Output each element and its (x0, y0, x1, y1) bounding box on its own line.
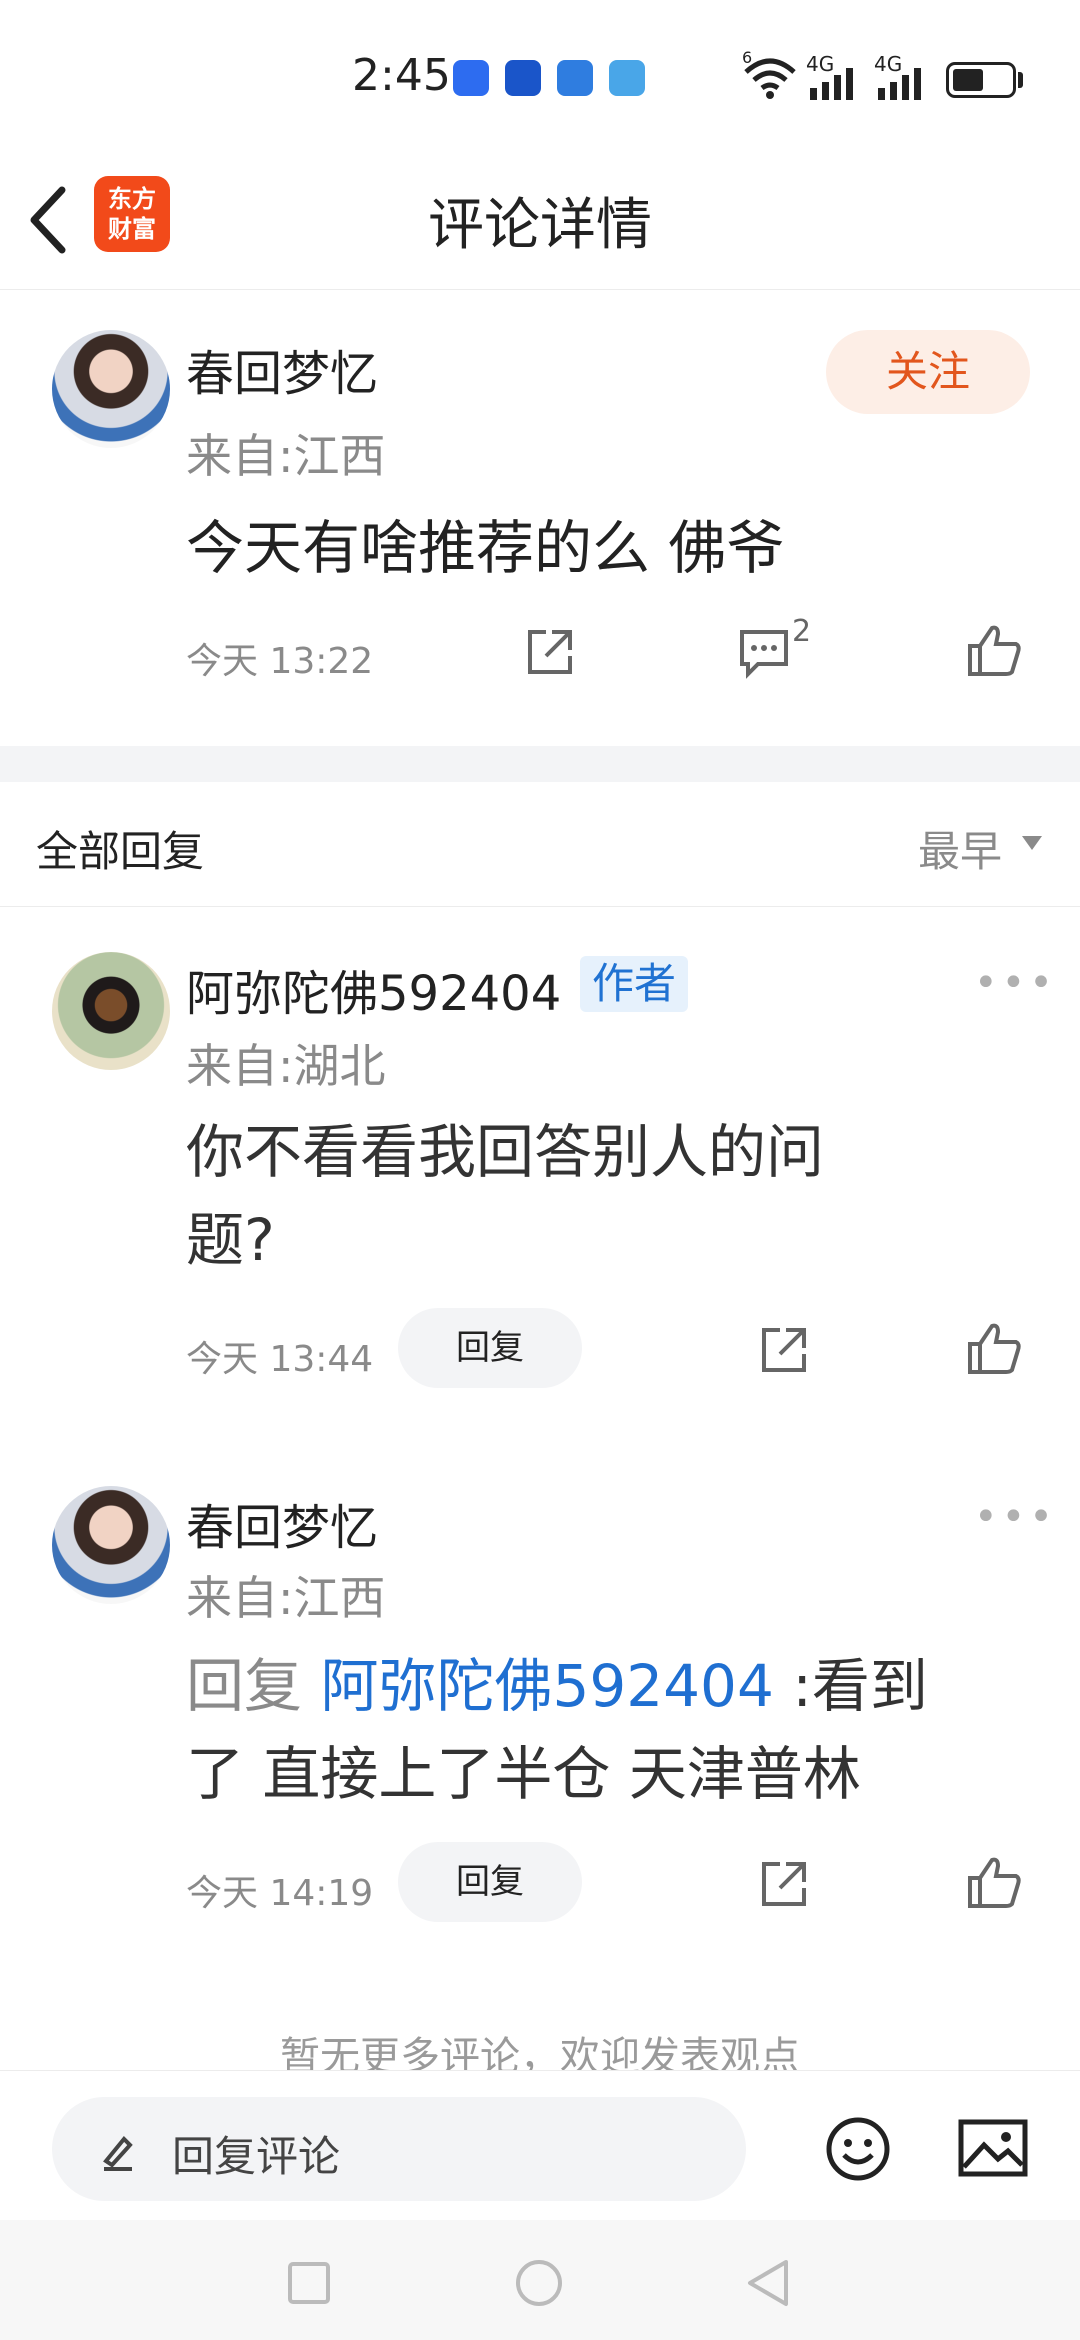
sort-selector[interactable]: 最早 (918, 818, 1002, 879)
like-icon[interactable] (966, 1320, 1024, 1378)
comment-author-name[interactable]: 春回梦忆 (186, 334, 378, 404)
reply-location: 来自:江西 (186, 1571, 386, 1625)
reply-target-link[interactable]: 阿弥陀佛592404 (320, 1652, 773, 1720)
input-placeholder: 回复评论 (172, 2132, 341, 2181)
page-title: 评论详情 (428, 193, 652, 258)
pencil-icon (103, 2136, 133, 2171)
more-options-icon[interactable]: ••• (974, 1494, 1057, 1540)
app-notification-icon (505, 60, 541, 96)
status-time: 2:45 (352, 50, 451, 101)
recent-apps-icon[interactable] (286, 2260, 332, 2306)
replies-title: 全部回复 (36, 827, 205, 876)
reply-content: 你不看看我回答别人的问 题? (186, 1118, 825, 1274)
reply-location: 来自:湖北 (186, 1039, 386, 1093)
reply-time: 今天 13:44 (186, 1339, 374, 1380)
battery-icon (946, 62, 1016, 98)
chevron-down-icon[interactable] (1022, 836, 1042, 850)
reply-button[interactable]: 回复 (398, 1842, 582, 1922)
page-header: 东方 财富 评论详情 (0, 150, 1080, 290)
status-bar: 2:45 6 4G 4G (0, 0, 1080, 150)
back-nav-icon[interactable] (744, 2258, 792, 2308)
comment-count: 2 (792, 614, 812, 649)
wifi-badge: 6 (742, 48, 753, 67)
bottom-input-bar: 回复评论 (0, 2070, 1080, 2220)
follow-button[interactable]: 关注 (826, 330, 1030, 414)
avatar[interactable] (52, 1486, 170, 1604)
reply-prefix: 回复 (186, 1652, 303, 1720)
image-icon[interactable] (958, 2119, 1028, 2177)
comment-location: 来自:江西 (186, 429, 386, 483)
reply-time: 今天 14:19 (186, 1873, 374, 1914)
home-icon[interactable] (514, 2258, 564, 2308)
app-notification-icon (453, 60, 489, 96)
author-badge: 作者 (580, 956, 689, 1012)
avatar[interactable] (52, 330, 170, 448)
reply-button[interactable]: 回复 (398, 1308, 582, 1388)
comment-icon[interactable] (736, 624, 792, 680)
cellular-signal-icon (810, 68, 853, 100)
share-icon[interactable] (522, 624, 578, 680)
comment-content: 今天有啥推荐的么 佛爷 (186, 514, 785, 582)
section-divider (0, 746, 1080, 782)
emoji-icon[interactable] (824, 2115, 892, 2183)
reply-author-name[interactable]: 阿弥陀佛592404 (186, 954, 561, 1024)
share-icon[interactable] (756, 1856, 812, 1912)
game-notification-icon (557, 60, 593, 96)
battery-tip (1018, 72, 1023, 88)
reply-comment-input[interactable]: 回复评论 (52, 2097, 746, 2201)
system-navigation-bar (0, 2220, 1080, 2340)
comment-time: 今天 13:22 (186, 641, 374, 682)
reply-author-name[interactable]: 春回梦忆 (186, 1488, 378, 1558)
more-options-icon[interactable]: ••• (974, 960, 1057, 1006)
weather-notification-icon (609, 60, 645, 96)
avatar[interactable] (52, 952, 170, 1070)
divider (0, 906, 1080, 907)
like-icon[interactable] (966, 622, 1024, 680)
like-icon[interactable] (966, 1854, 1024, 1912)
cellular-signal-icon (878, 68, 921, 100)
share-icon[interactable] (756, 1322, 812, 1378)
reply-content: 回复 阿弥陀佛592404 :看到 了 直接上了半仓 天津普林 (186, 1652, 928, 1808)
